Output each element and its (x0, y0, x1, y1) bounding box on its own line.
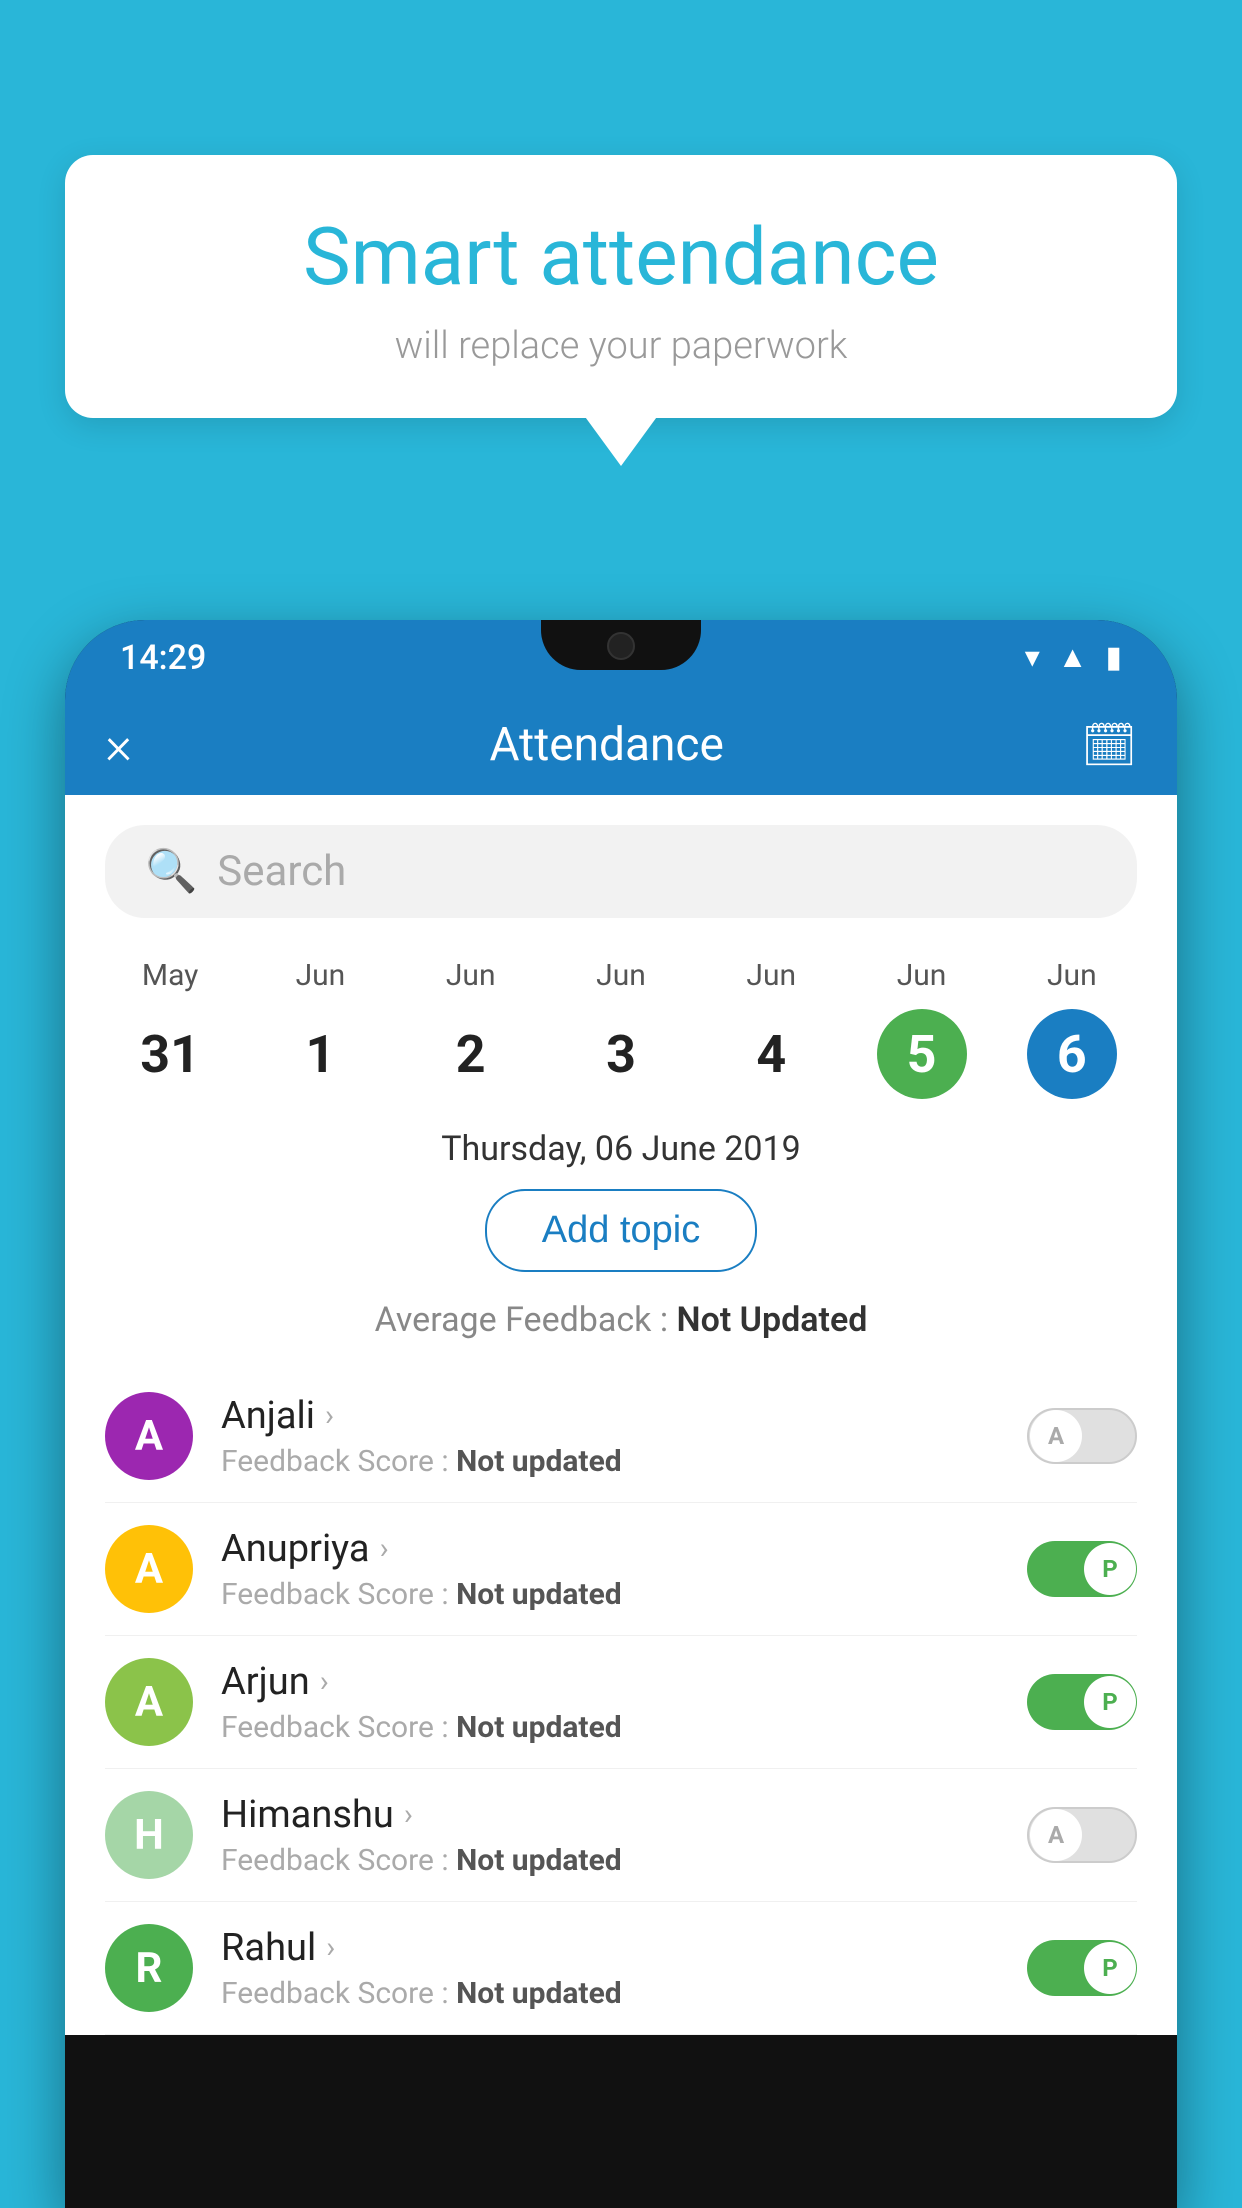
attendance-toggle[interactable]: P (1027, 1541, 1137, 1597)
student-feedback: Feedback Score : Not updated (221, 1843, 999, 1878)
student-name: Rahul › (221, 1926, 999, 1970)
student-info: Anupriya › Feedback Score : Not updated (221, 1527, 999, 1612)
signal-icon: ▲ (1058, 640, 1088, 675)
attendance-toggle[interactable]: P (1027, 1940, 1137, 1996)
chevron-right-icon: › (404, 1797, 413, 1832)
toggle-knob: A (1030, 1809, 1082, 1861)
phone-frame: 14:29 ▾ ▲ ▮ × Attendance 🗓 🔍 Search May 3… (65, 620, 1177, 2208)
date-month: Jun (446, 958, 496, 993)
attendance-toggle[interactable]: A (1027, 1807, 1137, 1863)
student-name: Anjali › (221, 1394, 999, 1438)
calendar-icon[interactable]: 🗓 (1081, 719, 1137, 771)
phone-notch (541, 620, 701, 670)
toggle-wrap[interactable]: P (1027, 1940, 1137, 1996)
avatar: A (105, 1392, 193, 1480)
search-bar[interactable]: 🔍 Search (105, 825, 1137, 918)
student-name: Anupriya › (221, 1527, 999, 1571)
student-list: AAnjali ›Feedback Score : Not updatedAAA… (65, 1370, 1177, 2035)
avg-feedback-label: Average Feedback : (375, 1300, 677, 1340)
list-item[interactable]: A Anjali › Feedback Score : Not updated A (105, 1370, 1137, 1503)
date-item[interactable]: May 31 (125, 958, 215, 1099)
date-number[interactable]: 2 (426, 1009, 516, 1099)
date-month: Jun (596, 958, 646, 993)
toggle-knob: P (1084, 1942, 1136, 1994)
date-month: Jun (1047, 958, 1097, 993)
date-number[interactable]: 31 (125, 1009, 215, 1099)
chevron-right-icon: › (325, 1398, 334, 1433)
avatar: R (105, 1924, 193, 2012)
student-feedback: Feedback Score : Not updated (221, 1976, 999, 2011)
student-name: Himanshu › (221, 1793, 999, 1837)
attendance-toggle[interactable]: A (1027, 1408, 1137, 1464)
toggle-knob: A (1030, 1410, 1082, 1462)
date-number[interactable]: 6 (1027, 1009, 1117, 1099)
avatar: H (105, 1791, 193, 1879)
avg-feedback-value: Not Updated (677, 1300, 868, 1340)
avatar: A (105, 1658, 193, 1746)
toggle-knob: P (1084, 1676, 1136, 1728)
list-item[interactable]: A Arjun › Feedback Score : Not updated P (105, 1636, 1137, 1769)
date-number[interactable]: 1 (275, 1009, 365, 1099)
date-number[interactable]: 4 (726, 1009, 816, 1099)
list-item[interactable]: R Rahul › Feedback Score : Not updated P (105, 1902, 1137, 2035)
student-name: Arjun › (221, 1660, 999, 1704)
date-item[interactable]: Jun 5 (877, 958, 967, 1099)
speech-bubble-subtitle: will replace your paperwork (125, 324, 1117, 368)
app-content: 🔍 Search May 31 Jun 1 Jun 2 Jun 3 Jun 4 Jun 5 Jun 6 T… (65, 795, 1177, 2035)
camera (607, 632, 635, 660)
speech-bubble: Smart attendance will replace your paper… (65, 155, 1177, 418)
status-time: 14:29 (120, 638, 206, 678)
avatar: A (105, 1525, 193, 1613)
date-selector: May 31 Jun 1 Jun 2 Jun 3 Jun 4 Jun 5 Jun 6 (65, 938, 1177, 1099)
student-info: Anjali › Feedback Score : Not updated (221, 1394, 999, 1479)
add-topic-button[interactable]: Add topic (485, 1189, 757, 1272)
chevron-right-icon: › (326, 1930, 335, 1965)
date-month: May (142, 958, 198, 993)
avg-feedback: Average Feedback : Not Updated (65, 1300, 1177, 1340)
toggle-knob: P (1084, 1543, 1136, 1595)
student-feedback: Feedback Score : Not updated (221, 1710, 999, 1745)
battery-icon: ▮ (1105, 640, 1122, 675)
speech-bubble-title: Smart attendance (125, 210, 1117, 304)
list-item[interactable]: H Himanshu › Feedback Score : Not updated A (105, 1769, 1137, 1902)
app-title: Attendance (490, 718, 724, 772)
chevron-right-icon: › (320, 1664, 329, 1699)
wifi-icon: ▾ (1025, 640, 1040, 675)
date-item[interactable]: Jun 6 (1027, 958, 1117, 1099)
date-item[interactable]: Jun 3 (576, 958, 666, 1099)
date-number[interactable]: 5 (877, 1009, 967, 1099)
date-item[interactable]: Jun 1 (275, 958, 365, 1099)
toggle-wrap[interactable]: P (1027, 1541, 1137, 1597)
student-info: Arjun › Feedback Score : Not updated (221, 1660, 999, 1745)
student-feedback: Feedback Score : Not updated (221, 1444, 999, 1479)
toggle-wrap[interactable]: A (1027, 1807, 1137, 1863)
student-info: Rahul › Feedback Score : Not updated (221, 1926, 999, 2011)
status-bar: 14:29 ▾ ▲ ▮ (65, 620, 1177, 695)
date-month: Jun (897, 958, 947, 993)
date-item[interactable]: Jun 4 (726, 958, 816, 1099)
student-feedback: Feedback Score : Not updated (221, 1577, 999, 1612)
attendance-toggle[interactable]: P (1027, 1674, 1137, 1730)
close-button[interactable]: × (105, 715, 132, 776)
status-icons: ▾ ▲ ▮ (1025, 640, 1122, 675)
selected-date-label: Thursday, 06 June 2019 (65, 1129, 1177, 1169)
chevron-right-icon: › (380, 1531, 389, 1566)
date-item[interactable]: Jun 2 (426, 958, 516, 1099)
student-info: Himanshu › Feedback Score : Not updated (221, 1793, 999, 1878)
search-icon: 🔍 (145, 847, 197, 896)
toggle-wrap[interactable]: A (1027, 1408, 1137, 1464)
date-month: Jun (746, 958, 796, 993)
search-input[interactable]: Search (217, 847, 346, 896)
date-month: Jun (296, 958, 346, 993)
app-header: × Attendance 🗓 (65, 695, 1177, 795)
list-item[interactable]: A Anupriya › Feedback Score : Not updated P (105, 1503, 1137, 1636)
toggle-wrap[interactable]: P (1027, 1674, 1137, 1730)
date-number[interactable]: 3 (576, 1009, 666, 1099)
